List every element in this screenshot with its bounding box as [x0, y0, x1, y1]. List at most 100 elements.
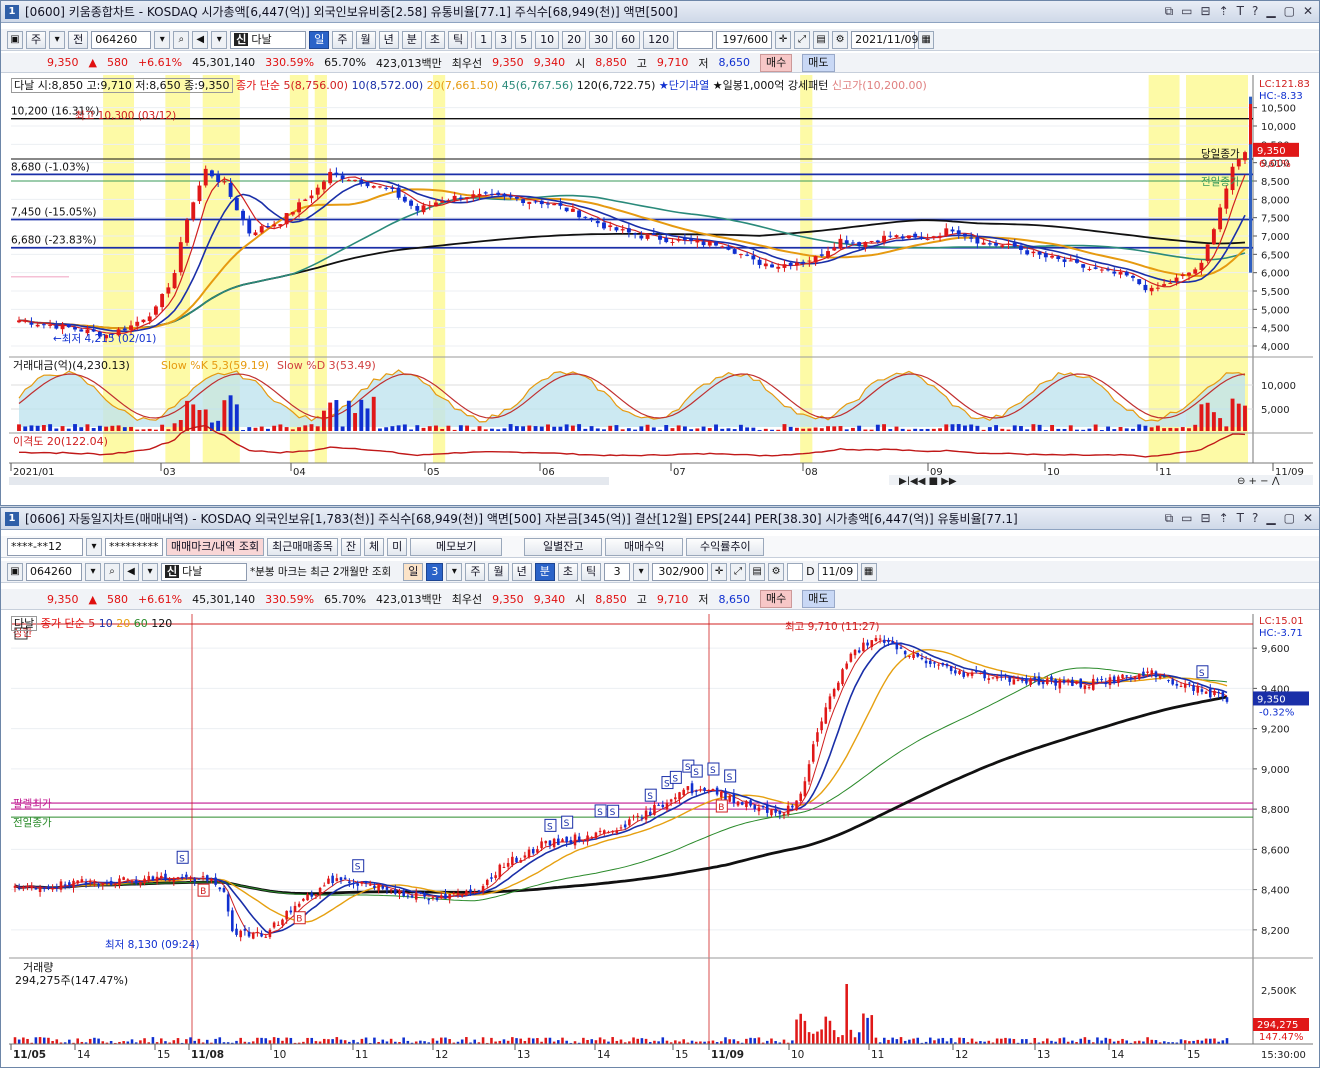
sell-button[interactable]: 매도	[802, 590, 835, 608]
text-icon[interactable]: T	[1237, 4, 1244, 19]
layout-icon[interactable]: ▣	[7, 562, 23, 581]
account-input[interactable]: ****-**12	[7, 537, 83, 556]
profit-trend-button[interactable]: 수익률추이	[686, 537, 765, 556]
interval-1[interactable]: 1	[475, 30, 493, 49]
memo-button[interactable]: 메모보기	[410, 537, 503, 556]
link-icon[interactable]: ⧉	[1165, 511, 1174, 526]
minute-value[interactable]: 3	[604, 562, 631, 581]
stock-name-field[interactable]: 신 다날	[161, 562, 247, 581]
period-select[interactable]: 주	[26, 30, 47, 49]
trade-mark-letter: S	[727, 773, 733, 783]
chevron-down-icon[interactable]: ▾	[142, 562, 158, 581]
crosshair-icon[interactable]: ✛	[775, 30, 792, 49]
tab-month[interactable]: 월	[488, 562, 509, 581]
save-icon[interactable]: ▤	[813, 30, 830, 49]
stock-name-field[interactable]: 신 다날	[230, 30, 307, 49]
journal-chart-titlebar[interactable]: 1 [0606] 자동일지차트(매매내역) - KOSDAQ 외국인보유[1,7…	[1, 508, 1319, 530]
interval-5[interactable]: 5	[515, 30, 533, 49]
maximize-icon[interactable]: ▢	[1284, 4, 1295, 19]
tab-year[interactable]: 년	[378, 30, 399, 49]
custom-interval-input[interactable]	[677, 30, 714, 49]
gear-icon[interactable]: ⚙	[832, 30, 849, 49]
trade-profit-button[interactable]: 매매수익	[605, 537, 684, 556]
close-icon[interactable]: ✕	[1303, 511, 1313, 526]
tab-day[interactable]: 일	[403, 562, 424, 581]
tab-minute[interactable]: 분	[401, 30, 422, 49]
daily-chart-titlebar[interactable]: 1 [0600] 키움종합차트 - KOSDAQ 시가총액[6,447(억)] …	[1, 1, 1319, 23]
tab-minute[interactable]: 분	[534, 562, 555, 581]
speaker-icon[interactable]: ◀	[192, 30, 209, 49]
save-icon[interactable]: ▤	[749, 562, 766, 581]
minute-chart-area[interactable]: 9,600 9,400 9,200 9,000 8,800 8,600 8,400 8,200…	[9, 614, 1313, 1064]
date-field[interactable]: 2021/11/09	[851, 30, 919, 49]
daily-chart-svg[interactable]: 10,50010,0009,5009,0008,5008,0007,5007,0…	[9, 75, 1313, 487]
buy-button[interactable]: 매수	[760, 590, 793, 608]
split-icon[interactable]: ⊟	[1201, 4, 1211, 19]
trade-marks-button[interactable]: 매매마크/내역 조회	[166, 537, 265, 556]
password-input[interactable]: *********	[105, 537, 163, 556]
chevron-down-icon[interactable]: ▾	[49, 30, 66, 49]
help-icon[interactable]: ?	[1252, 4, 1258, 19]
maximize-icon[interactable]: ▢	[1284, 511, 1295, 526]
balance-button[interactable]: 잔	[340, 537, 362, 556]
minimize-icon[interactable]: ▁	[1266, 511, 1275, 526]
pin-icon[interactable]: ⇡	[1219, 511, 1229, 526]
tab-year[interactable]: 년	[511, 562, 532, 581]
recent-trades-button[interactable]: 최근매매종목	[267, 537, 338, 556]
tab-second[interactable]: 초	[424, 30, 445, 49]
chevron-down-icon[interactable]: ▾	[633, 562, 650, 581]
data-count-field[interactable]: 302/900	[652, 562, 709, 581]
tab-week[interactable]: 주	[465, 562, 486, 581]
popup-icon[interactable]: ▭	[1181, 511, 1192, 526]
interval-3[interactable]: 3	[495, 30, 513, 49]
chevron-down-icon[interactable]: ▾	[446, 562, 463, 581]
text-icon[interactable]: T	[1237, 511, 1244, 526]
daily-chart-area[interactable]: 10,50010,0009,5009,0008,5008,0007,5007,0…	[9, 75, 1313, 487]
tab-tick[interactable]: 틱	[580, 562, 602, 581]
tab-second[interactable]: 초	[557, 562, 578, 581]
executed-button[interactable]: 체	[364, 537, 385, 556]
chevron-down-icon[interactable]: ▾	[85, 562, 101, 581]
minute-chart-svg[interactable]: 9,6009,4009,2009,0008,8008,6008,4008,200…	[9, 614, 1313, 1064]
tab-month[interactable]: 월	[355, 30, 376, 49]
calendar-icon[interactable]: ▦	[860, 562, 877, 581]
calendar-icon[interactable]: ▦	[918, 30, 935, 49]
chevron-down-icon[interactable]: ▾	[154, 30, 171, 49]
stock-code-input[interactable]: 064260	[91, 30, 152, 49]
pin-icon[interactable]: ⇡	[1219, 4, 1229, 19]
interval-60[interactable]: 60	[616, 30, 641, 49]
speaker-icon[interactable]: ◀	[123, 562, 139, 581]
date-field[interactable]: 11/09	[817, 562, 858, 581]
search-icon[interactable]: ⌕	[104, 562, 120, 581]
link-icon[interactable]: ⧉	[1165, 4, 1174, 19]
tab-day[interactable]: 일	[309, 30, 330, 49]
stock-code-input[interactable]: 064260	[26, 562, 82, 581]
daily-balance-button[interactable]: 일별잔고	[524, 537, 603, 556]
tab-week[interactable]: 주	[332, 30, 353, 49]
chevron-down-icon[interactable]: ▾	[211, 30, 228, 49]
buy-button[interactable]: 매수	[760, 53, 793, 72]
data-count-field[interactable]: 197/600	[716, 30, 773, 49]
gear-icon[interactable]: ⚙	[768, 562, 785, 581]
chevron-down-icon[interactable]: ▾	[86, 537, 102, 556]
search-icon[interactable]: ⌕	[173, 30, 190, 49]
day-count[interactable]: 3	[426, 562, 444, 581]
split-icon[interactable]: ⊟	[1201, 511, 1211, 526]
popup-icon[interactable]: ▭	[1181, 4, 1192, 19]
help-icon[interactable]: ?	[1252, 511, 1258, 526]
layout-icon[interactable]: ▣	[7, 30, 23, 49]
interval-10[interactable]: 10	[535, 30, 560, 49]
unexecuted-button[interactable]: 미	[387, 537, 408, 556]
tab-tick[interactable]: 틱	[448, 30, 469, 49]
draw-tool-icon[interactable]: ⤢	[730, 562, 747, 581]
close-icon[interactable]: ✕	[1303, 4, 1313, 19]
interval-120[interactable]: 120	[643, 30, 675, 49]
interval-20[interactable]: 20	[562, 30, 587, 49]
prev-button[interactable]: 전	[68, 30, 89, 49]
crosshair-icon[interactable]: ✛	[711, 562, 728, 581]
draw-tool-icon[interactable]: ⤢	[794, 30, 811, 49]
minimize-icon[interactable]: ▁	[1266, 4, 1275, 19]
sell-button[interactable]: 매도	[802, 53, 835, 72]
date-checkbox[interactable]	[787, 562, 804, 581]
interval-30[interactable]: 30	[589, 30, 614, 49]
